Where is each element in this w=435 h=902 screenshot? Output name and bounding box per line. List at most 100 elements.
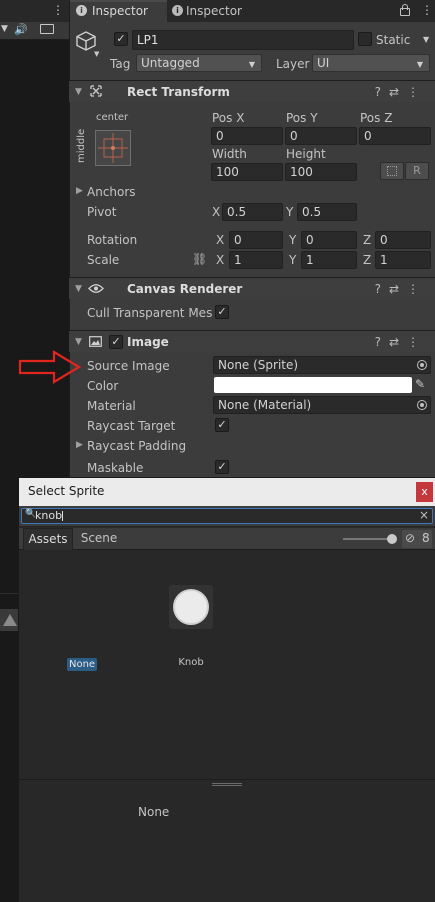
height-field[interactable]: 100: [285, 163, 357, 181]
component-actions: ?⇄⋮: [375, 81, 427, 103]
search-input[interactable]: 🔍 knob ×: [21, 508, 433, 524]
audio-icon[interactable]: 🔊: [14, 23, 28, 36]
maskable-label: Maskable: [87, 461, 144, 475]
item-label: Knob: [178, 657, 204, 668]
canvas-renderer-header[interactable]: ▼ Canvas Renderer ?⇄⋮: [69, 277, 435, 299]
static-checkbox[interactable]: [358, 32, 372, 46]
more-menu-icon[interactable]: ⋮: [407, 85, 427, 99]
scale-y-field[interactable]: 1: [301, 251, 357, 269]
close-button[interactable]: x: [416, 482, 433, 502]
rotation-z-field[interactable]: 0: [375, 231, 431, 249]
keyboard-icon[interactable]: [40, 24, 54, 34]
image-enabled-checkbox[interactable]: ✓: [109, 335, 123, 349]
pos-x-field[interactable]: 0: [211, 127, 283, 145]
help-icon[interactable]: ?: [375, 282, 389, 296]
cull-transparent-mesh-checkbox[interactable]: ✓: [215, 305, 229, 319]
pivot-x-axis: X: [212, 205, 221, 219]
blueprint-icon: [387, 166, 397, 176]
tab-strip: Assets Scene ⊘ 8: [19, 528, 435, 550]
static-dropdown-arrow-icon[interactable]: ▼: [423, 35, 429, 44]
more-menu-icon[interactable]: ⋮: [52, 3, 64, 17]
object-picker-icon[interactable]: [417, 360, 427, 370]
foldout-arrow-icon[interactable]: ▼: [75, 81, 82, 103]
more-menu-icon[interactable]: ⋮: [407, 335, 427, 349]
raycast-target-checkbox[interactable]: ✓: [215, 418, 229, 432]
chevron-down-icon: ▼: [416, 60, 423, 69]
preset-icon[interactable]: ⇄: [389, 335, 407, 349]
material-field[interactable]: None (Material): [213, 396, 431, 414]
section-title: Rect Transform: [127, 85, 230, 99]
more-menu-icon[interactable]: ⋮: [407, 282, 427, 296]
rotation-x-field[interactable]: 0: [229, 231, 283, 249]
anchor-preset-button[interactable]: [95, 130, 131, 166]
clear-search-icon[interactable]: ×: [419, 508, 429, 522]
scale-x-field[interactable]: 1: [229, 251, 283, 269]
static-label: Static: [376, 33, 411, 47]
tab-scene-label: Scene: [80, 531, 118, 545]
rotation-label: Rotation: [87, 233, 138, 247]
item-label: None: [67, 658, 98, 671]
hidden-count: 8: [422, 531, 430, 545]
warning-icon[interactable]: [3, 614, 17, 626]
item-knob-label: Knob: [169, 657, 213, 668]
tab-inspector-2[interactable]: i Inspector: [168, 0, 268, 22]
dialog-title-bar: Select Sprite x: [19, 478, 435, 506]
pos-z-label: Pos Z: [360, 111, 393, 125]
foldout-arrow-icon[interactable]: ▼: [75, 278, 82, 300]
pos-y-field[interactable]: 0: [285, 127, 357, 145]
material-label: Material: [87, 399, 136, 413]
hidden-eye-icon: ⊘: [405, 531, 416, 545]
preview-splitter[interactable]: [19, 779, 435, 789]
rotation-y-field[interactable]: 0: [301, 231, 357, 249]
source-image-field[interactable]: None (Sprite): [213, 356, 431, 374]
preset-icon[interactable]: ⇄: [389, 85, 407, 99]
anchor-v-text: middle: [76, 128, 87, 163]
pivot-x-field[interactable]: 0.5: [222, 203, 283, 221]
zoom-slider-handle[interactable]: [387, 534, 397, 544]
zoom-slider[interactable]: [343, 534, 397, 544]
image-header[interactable]: ▼ ✓ Image ?⇄⋮: [69, 330, 435, 352]
active-checkbox[interactable]: ✓: [114, 32, 128, 46]
pos-x-label: Pos X: [212, 111, 245, 125]
pivot-y-field[interactable]: 0.5: [297, 203, 357, 221]
raycast-padding-label[interactable]: Raycast Padding: [87, 438, 186, 454]
hidden-toggle[interactable]: ⊘ 8: [402, 530, 432, 548]
foldout-arrow-icon[interactable]: ▶: [76, 440, 83, 450]
tab-inspector-1[interactable]: i Inspector: [70, 0, 167, 23]
foldout-arrow-icon[interactable]: ▶: [76, 186, 83, 196]
tag-dropdown[interactable]: Untagged ▼: [136, 54, 262, 72]
link-icon[interactable]: ⛓: [192, 252, 207, 266]
more-menu-icon[interactable]: ⋮: [421, 3, 433, 17]
raycast-target-label: Raycast Target: [87, 419, 176, 433]
object-picker-icon[interactable]: [417, 400, 427, 410]
rect-transform-header[interactable]: ▼ Rect Transform ?⇄⋮: [69, 80, 435, 102]
item-knob[interactable]: [169, 585, 213, 629]
blueprint-button[interactable]: [380, 162, 404, 180]
tab-scene[interactable]: Scene: [75, 528, 123, 550]
raw-edit-label: R: [413, 164, 421, 177]
splitter-handle[interactable]: [212, 783, 242, 786]
help-icon[interactable]: ?: [375, 85, 389, 99]
anchor-preset-icon: [98, 133, 128, 163]
pivot-label: Pivot: [87, 205, 117, 219]
raw-edit-button[interactable]: R: [405, 162, 429, 180]
scale-z-field[interactable]: 1: [375, 251, 431, 269]
eyedropper-icon[interactable]: ✎: [415, 377, 425, 391]
tab-assets[interactable]: Assets: [23, 528, 73, 550]
help-icon[interactable]: ?: [375, 335, 389, 349]
height-label: Height: [286, 147, 326, 161]
info-icon: i: [76, 5, 87, 16]
preset-icon[interactable]: ⇄: [389, 282, 407, 296]
pos-z-field[interactable]: 0: [359, 127, 431, 145]
anchors-label[interactable]: Anchors: [87, 184, 136, 200]
layer-dropdown[interactable]: UI ▼: [312, 54, 430, 72]
name-field[interactable]: LP1: [132, 30, 354, 50]
image-icon: [89, 336, 102, 347]
icon-dropdown-arrow-icon[interactable]: ▼: [94, 50, 99, 58]
dropdown-arrow-icon[interactable]: ▼: [1, 24, 8, 34]
width-field[interactable]: 100: [211, 163, 283, 181]
item-none[interactable]: None: [67, 656, 98, 671]
select-sprite-dialog: Select Sprite x 🔍 knob × Assets Scene ⊘ …: [18, 477, 435, 902]
maskable-checkbox[interactable]: ✓: [215, 460, 229, 474]
color-swatch[interactable]: [214, 377, 412, 393]
